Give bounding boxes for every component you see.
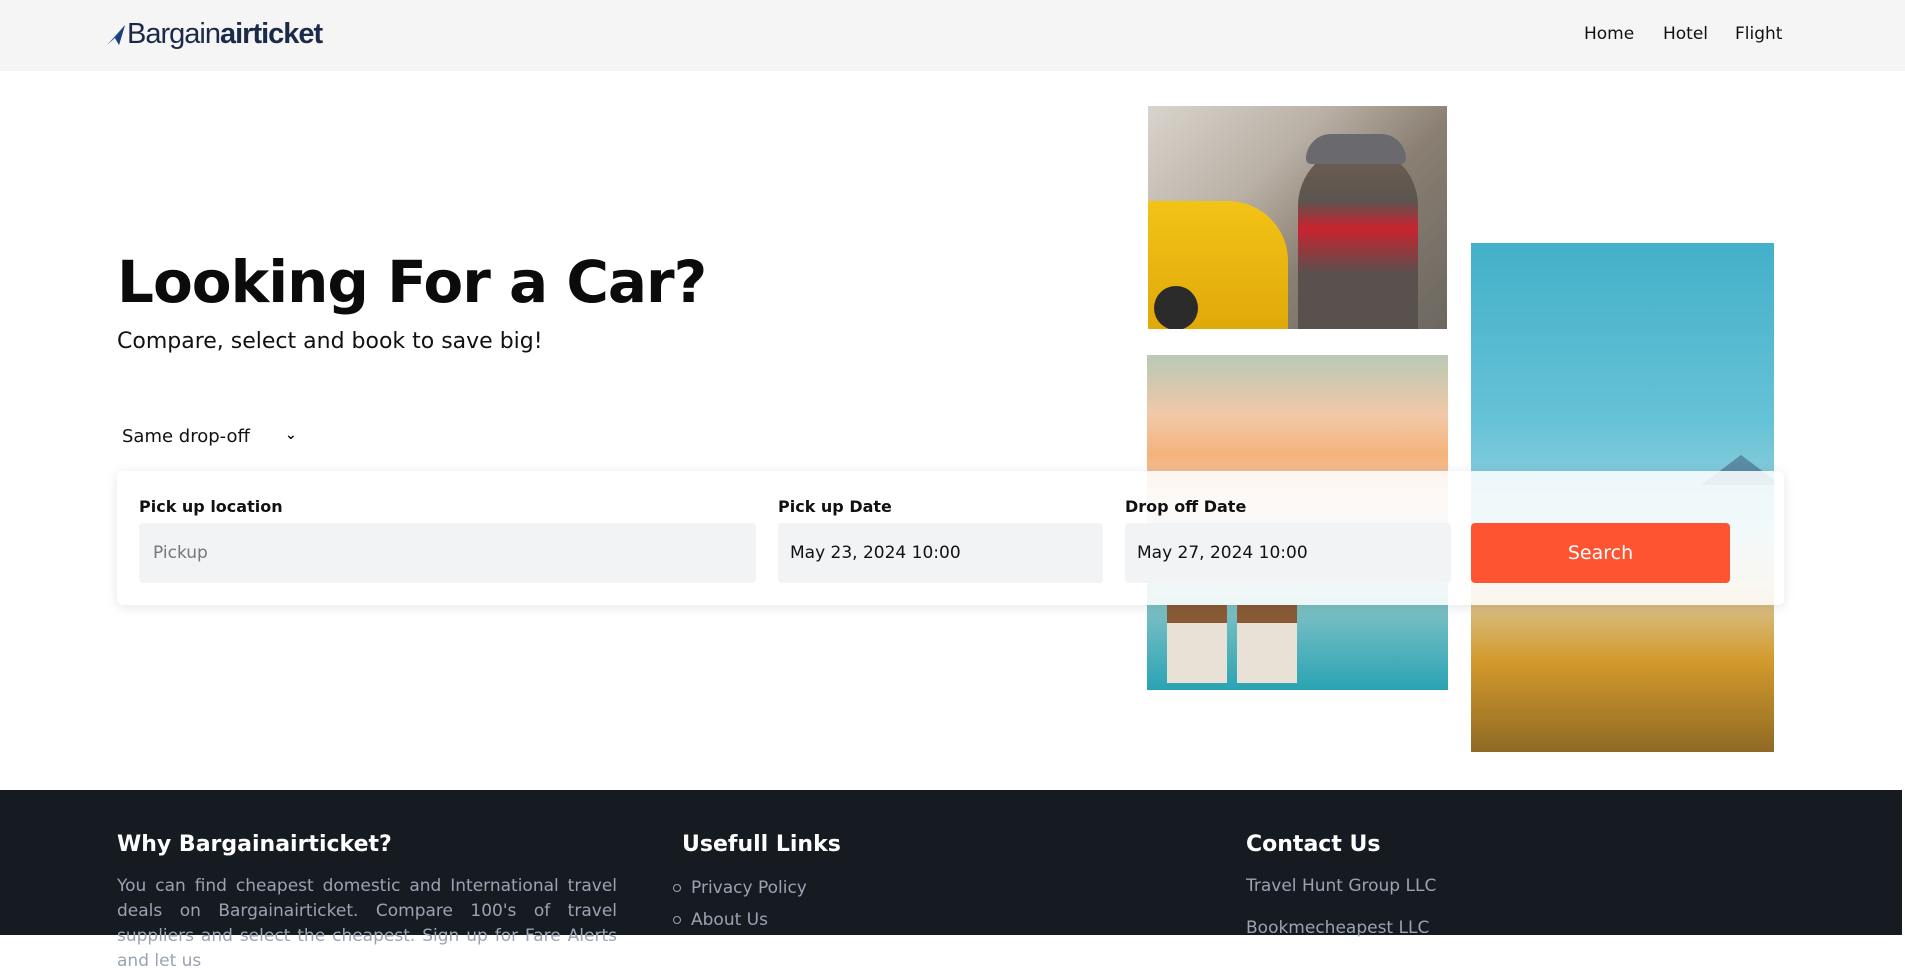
footer-link-label: About Us [691, 910, 768, 930]
water-villa-shape [1167, 605, 1227, 683]
footer-why-text: You can find cheapest domestic and Inter… [117, 876, 617, 971]
nav-link-home[interactable]: Home [1584, 24, 1634, 44]
search-button[interactable]: Search [1471, 523, 1730, 583]
site-footer: Why Bargainairticket? You can find cheap… [0, 790, 1902, 971]
hat-shape [1306, 134, 1406, 164]
footer-why-title: Why Bargainairticket? [117, 832, 392, 857]
top-navbar: Bargainairticket Home Hotel Flight [0, 0, 1905, 71]
footer-link-privacy[interactable]: Privacy Policy [673, 878, 807, 898]
dropoff-date-value: May 27, 2024 10:00 [1137, 543, 1308, 563]
hero-title: Looking For a Car? [117, 248, 707, 316]
dropoff-type-select[interactable]: Same drop-off ⌄ [117, 421, 302, 451]
pickup-date-value: May 23, 2024 10:00 [790, 543, 961, 563]
circle-bullet-icon [673, 884, 681, 892]
nav-link-hotel[interactable]: Hotel [1663, 24, 1708, 44]
pickup-location-input[interactable] [151, 542, 756, 564]
nav-link-flight[interactable]: Flight [1735, 24, 1782, 44]
taxi-wheel-shape [1154, 286, 1198, 329]
logo-text-bold: airticket [219, 18, 323, 50]
taxi-woman-image [1148, 106, 1447, 329]
footer-link-about[interactable]: About Us [673, 910, 807, 930]
footer-link-label: Privacy Policy [691, 878, 807, 898]
plane-logo-icon [107, 24, 125, 45]
chevron-down-icon: ⌄ [285, 427, 297, 443]
footer-contact-item: Travel Hunt Group LLC [1246, 876, 1437, 896]
pickup-location-field[interactable] [139, 523, 756, 583]
water-villa-shape [1237, 605, 1297, 683]
hero-subtitle: Compare, select and book to save big! [117, 329, 543, 354]
footer-links-title: Usefull Links [682, 832, 841, 857]
dropoff-type-value: Same drop-off [122, 425, 250, 447]
circle-bullet-icon [673, 916, 681, 924]
dropoff-date-label: Drop off Date [1125, 497, 1247, 516]
brand-logo[interactable]: Bargainairticket [107, 18, 323, 51]
car-search-form: Pick up location Pick up Date May 23, 20… [117, 471, 1784, 605]
dropoff-date-field[interactable]: May 27, 2024 10:00 [1125, 523, 1451, 583]
pickup-date-field[interactable]: May 23, 2024 10:00 [778, 523, 1103, 583]
woman-figure-shape [1298, 146, 1418, 329]
footer-links-list: Privacy Policy About Us [673, 878, 807, 942]
footer-contact-title: Contact Us [1246, 832, 1381, 857]
pickup-location-label: Pick up location [139, 497, 283, 516]
logo-text-light: Bargain [127, 18, 221, 50]
footer-contact-item: Bookmecheapest LLC [1246, 918, 1430, 938]
pickup-date-label: Pick up Date [778, 497, 892, 516]
